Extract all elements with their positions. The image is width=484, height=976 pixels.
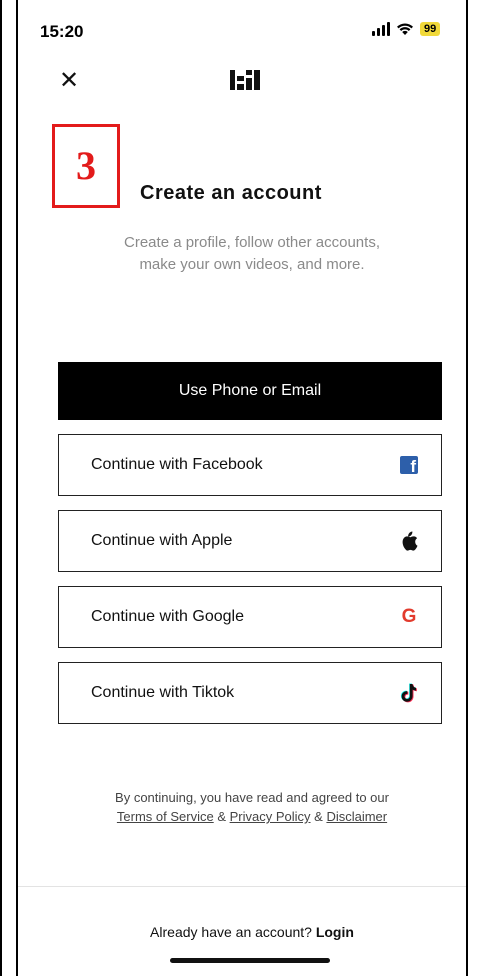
- continue-with-google-button[interactable]: Continue with Google G: [58, 586, 442, 648]
- home-indicator[interactable]: [170, 958, 330, 963]
- signal-icon: [372, 22, 390, 36]
- apple-button-label: Continue with Apple: [91, 532, 233, 549]
- use-phone-or-email-button[interactable]: Use Phone or Email: [58, 362, 442, 420]
- frame-border-right: [466, 0, 468, 976]
- wifi-icon: [397, 23, 413, 35]
- app-logo-icon: [230, 70, 260, 90]
- facebook-icon: f: [399, 455, 419, 475]
- status-icons: 99: [372, 22, 441, 36]
- legal-ampersand-2: &: [310, 809, 327, 824]
- page-title: Create an account: [140, 182, 322, 204]
- subtitle-line-1: Create a profile, follow other accounts,: [124, 234, 380, 251]
- tiktok-button-label: Continue with Tiktok: [91, 684, 235, 701]
- disclaimer-link[interactable]: Disclaimer: [326, 809, 387, 824]
- tiktok-icon: [399, 683, 419, 703]
- login-link[interactable]: Login: [316, 924, 354, 940]
- google-icon: G: [401, 606, 417, 627]
- subtitle-line-2: make your own videos, and more.: [139, 256, 365, 273]
- google-button-label: Continue with Google: [91, 608, 244, 625]
- legal-links: Terms of Service & Privacy Policy & Disc…: [60, 807, 444, 826]
- status-time: 15:20: [40, 22, 84, 41]
- step-number-badge: 3: [52, 124, 120, 208]
- apple-icon: [399, 531, 419, 551]
- close-icon[interactable]: ✕: [56, 68, 82, 94]
- continue-with-facebook-button[interactable]: Continue with Facebook f: [58, 434, 442, 496]
- step-number: 3: [76, 143, 96, 188]
- use-phone-or-email-label: Use Phone or Email: [178, 382, 322, 399]
- page-subtitle: Create a profile, follow other accounts,…: [60, 232, 444, 276]
- legal-prefix: By continuing, you have read and agreed …: [115, 790, 389, 805]
- privacy-policy-link[interactable]: Privacy Policy: [230, 809, 311, 824]
- footer-divider: [18, 886, 466, 887]
- legal-ampersand-1: &: [213, 809, 230, 824]
- continue-with-apple-button[interactable]: Continue with Apple: [58, 510, 442, 572]
- login-prompt: Already have an account? Login: [60, 924, 444, 940]
- terms-of-service-link[interactable]: Terms of Service: [117, 809, 214, 824]
- facebook-button-label: Continue with Facebook: [91, 456, 263, 473]
- continue-with-tiktok-button[interactable]: Continue with Tiktok: [58, 662, 442, 724]
- battery-icon: 99: [420, 22, 441, 36]
- login-question: Already have an account?: [150, 924, 316, 940]
- legal-notice: By continuing, you have read and agreed …: [60, 788, 444, 826]
- frame-border-left: [0, 0, 2, 976]
